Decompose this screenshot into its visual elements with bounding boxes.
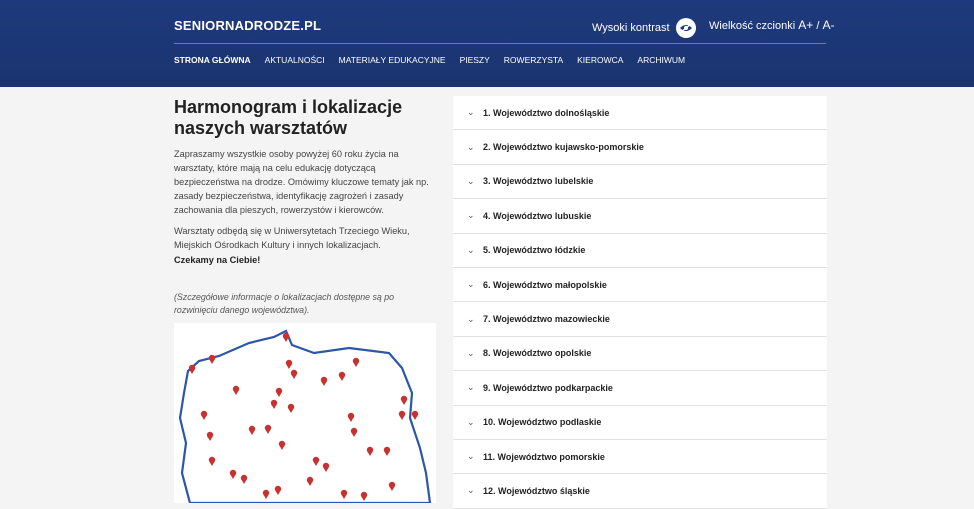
eye-icon[interactable] (675, 18, 696, 38)
accordion-label: 3. Województwo lubelskie (483, 176, 594, 187)
voivodeship-accordion: ⌄ 1. Województwo dolnośląskie ⌄ 2. Wojewód… (453, 96, 827, 509)
chevron-down-icon: ⌄ (467, 244, 475, 255)
map-pin-icon (411, 410, 419, 420)
nav-item-cyclist[interactable]: ROWERZYSTA (504, 55, 563, 65)
accordion-item[interactable]: ⌄ 12. Województwo śląskie (453, 474, 827, 509)
nav-item-news[interactable]: AKTUALNOŚCI (265, 55, 325, 65)
accordion-label: 7. Województwo mazowieckie (483, 314, 610, 325)
chevron-down-icon: ⌄ (467, 416, 475, 427)
accordion-item[interactable]: ⌄ 2. Województwo kujawsko-pomorskie (453, 130, 827, 165)
chevron-down-icon: ⌄ (467, 451, 475, 462)
accordion-item[interactable]: ⌄ 1. Województwo dolnośląskie (453, 96, 827, 131)
site-logo[interactable]: SENIORNADRODZE.PL (174, 18, 321, 33)
accordion-item[interactable]: ⌄ 3. Województwo lubelskie (453, 164, 827, 200)
chevron-down-icon: ⌄ (467, 485, 475, 496)
site-header: SENIORNADRODZE.PL Wysoki kontrast Wielko… (0, 0, 974, 87)
nav-item-driver[interactable]: KIEROWCA (577, 55, 623, 65)
accordion-item[interactable]: ⌄ 8. Województwo opolskie (453, 336, 827, 372)
accordion-label: 1. Województwo dolnośląskie (483, 107, 610, 118)
accordion-label: 9. Województwo podkarpackie (483, 382, 613, 393)
poland-map-graphic (178, 329, 432, 503)
header-divider (174, 43, 826, 44)
intro-paragraph: Zapraszamy wszystkie osoby powyżej 60 ro… (174, 149, 429, 215)
main-nav: STRONA GŁÓWNA AKTUALNOŚCI MATERIAŁY EDUK… (174, 55, 685, 65)
nav-item-pedestrian[interactable]: PIESZY (460, 55, 490, 65)
locations-paragraph: Warsztaty odbędą się w Uniwersytetach Tr… (174, 226, 410, 250)
font-size-separator: / (816, 20, 820, 32)
chevron-down-icon: ⌄ (467, 210, 475, 221)
accordion-item[interactable]: ⌄ 10. Województwo podlaskie (453, 405, 827, 440)
nav-item-home[interactable]: STRONA GŁÓWNA (174, 55, 251, 65)
accordion-label: 2. Województwo kujawsko-pomorskie (483, 142, 644, 153)
accordion-label: 6. Województwo małopolskie (483, 279, 607, 290)
accordion-item[interactable]: ⌄ 5. Województwo łódzkie (453, 233, 827, 268)
font-decrease-button[interactable]: A- (822, 18, 834, 32)
accordion-label: 12. Województwo śląskie (483, 485, 590, 496)
chevron-down-icon: ⌄ (467, 175, 475, 186)
chevron-down-icon: ⌄ (467, 313, 475, 324)
accordion-item[interactable]: ⌄ 6. Województwo małopolskie (453, 267, 827, 303)
page-title: Harmonogram i lokalizacje naszych warszt… (174, 97, 403, 138)
accordion-label: 5. Województwo łódzkie (483, 245, 586, 256)
accordion-item[interactable]: ⌄ 9. Województwo podkarpackie (453, 371, 827, 406)
accordion-item[interactable]: ⌄ 4. Województwo lubuskie (453, 199, 827, 234)
font-size-label: Wielkość czcionki (709, 20, 796, 32)
chevron-down-icon: ⌄ (467, 141, 475, 152)
accordion-label: 4. Województwo lubuskie (483, 210, 592, 221)
intro-section: Harmonogram i lokalizacje naszych warszt… (174, 97, 436, 503)
details-note: (Szczegółowe informacje o lokalizacjach … (174, 292, 395, 315)
invitation-text: Czekamy na Ciebie! (174, 255, 261, 265)
chevron-down-icon: ⌄ (467, 347, 475, 358)
accordion-item[interactable]: ⌄ 11. Województwo pomorskie (453, 439, 827, 475)
nav-item-archive[interactable]: ARCHIWUM (637, 55, 685, 65)
chevron-down-icon: ⌄ (467, 107, 475, 118)
poland-map (174, 323, 436, 503)
high-contrast-toggle[interactable]: Wysoki kontrast (592, 18, 696, 38)
high-contrast-label: Wysoki kontrast (592, 22, 670, 34)
chevron-down-icon: ⌄ (467, 279, 475, 290)
accordion-label: 10. Województwo podlaskie (483, 417, 602, 428)
font-size-controls: Wielkość czcionki A+ / A- (709, 18, 834, 32)
chevron-down-icon: ⌄ (467, 382, 475, 393)
accordion-item[interactable]: ⌄ 7. Województwo mazowieckie (453, 302, 827, 337)
accordion-label: 11. Województwo pomorskie (483, 451, 605, 462)
nav-item-materials[interactable]: MATERIAŁY EDUKACYJNE (339, 55, 446, 65)
accordion-label: 8. Województwo opolskie (483, 348, 592, 359)
font-increase-button[interactable]: A+ (798, 18, 813, 32)
